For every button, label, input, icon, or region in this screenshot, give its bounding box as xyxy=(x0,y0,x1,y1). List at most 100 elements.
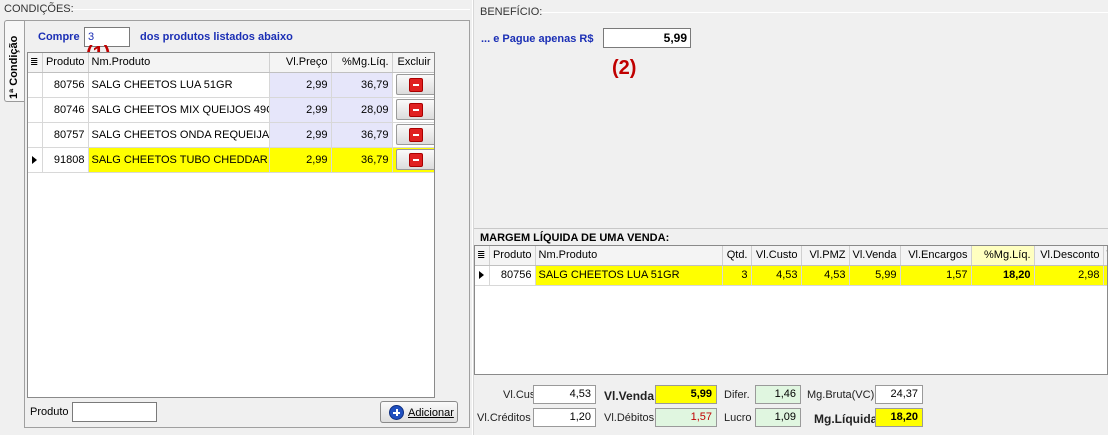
add-button-label: Adicionar xyxy=(408,407,454,419)
tab-first-condition-label: 1ª Condição xyxy=(8,35,20,99)
conditions-section-title: CONDIÇÕES: xyxy=(4,3,74,15)
col-vl-venda[interactable]: Vl.Venda xyxy=(849,246,901,266)
cell-vl-desconto: 2,98 xyxy=(1034,265,1104,286)
minus-icon xyxy=(408,103,423,117)
cell-excluir xyxy=(392,97,434,123)
row-indicator xyxy=(475,265,490,286)
margin-section-title: MARGEM LÍQUIDA DE UMA VENDA: xyxy=(480,232,670,244)
table-row-selected[interactable]: 91808 SALG CHEETOS TUBO CHEDDAR 47G 2,99… xyxy=(28,147,434,173)
mg-liquida-label: Mg.Líquida xyxy=(814,412,878,426)
row-indicator xyxy=(28,72,43,98)
col-nm-produto[interactable]: Nm.Produto xyxy=(88,53,270,73)
delete-row-button[interactable] xyxy=(395,74,434,95)
cell-produto[interactable]: 80756 xyxy=(489,265,536,286)
cell-mg-liq: 36,79 xyxy=(331,72,393,98)
col-vl-preco[interactable]: Vl.Preço xyxy=(269,53,332,73)
mg-bruta-label: Mg.Bruta(VC) xyxy=(807,389,875,401)
col-vl-pmz[interactable]: Vl.PMZ xyxy=(801,246,850,266)
margin-grid-header: ≣ Produto Nm.Produto Qtd. Vl.Custo Vl.PM… xyxy=(475,246,1107,266)
lucro-label: Lucro xyxy=(724,412,752,424)
vl-creditos-value: 1,20 xyxy=(533,408,596,427)
mg-bruta-value: 24,37 xyxy=(875,385,923,404)
delete-row-button[interactable] xyxy=(395,124,434,145)
vl-venda-value: 5,99 xyxy=(655,385,717,404)
cell-nm-produto[interactable]: SALG CHEETOS MIX QUEIJOS 49GR xyxy=(88,97,270,123)
cell-nm-produto[interactable]: SALG CHEETOS ONDA REQUEIJAO 5 xyxy=(88,122,270,148)
cell-nm-produto[interactable]: SALG CHEETOS LUA 51GR xyxy=(535,265,723,286)
listed-products-label: dos produtos listados abaixo xyxy=(140,31,293,43)
vl-debitos-value: 1,57 xyxy=(655,408,717,427)
cell-produto[interactable]: 80746 xyxy=(42,97,89,123)
cell-mg-liq: 18,20 xyxy=(971,265,1035,286)
cell-nm-produto[interactable]: SALG CHEETOS TUBO CHEDDAR 47G xyxy=(88,147,270,173)
cell-produto[interactable]: 80756 xyxy=(42,72,89,98)
col-vl-desconto[interactable]: Vl.Desconto xyxy=(1034,246,1104,266)
vl-debitos-label: Vl.Débitos xyxy=(604,412,655,424)
cell-vl-pmz: 4,53 xyxy=(801,265,850,286)
margin-grid: ≣ Produto Nm.Produto Qtd. Vl.Custo Vl.PM… xyxy=(474,245,1108,375)
add-button[interactable]: Adicionar xyxy=(380,401,458,423)
lucro-value: 1,09 xyxy=(755,408,801,427)
table-row[interactable]: 80756 SALG CHEETOS LUA 51GR 2,99 36,79 xyxy=(28,72,434,98)
col-produto[interactable]: Produto xyxy=(42,53,89,73)
col-nm-produto[interactable]: Nm.Produto xyxy=(535,246,723,266)
col-v-truncated[interactable]: V xyxy=(1103,246,1107,266)
margin-grid-options-icon[interactable]: ≣ xyxy=(475,246,490,266)
row-indicator xyxy=(28,122,43,148)
cell-mg-liq: 28,09 xyxy=(331,97,393,123)
cell-nm-produto[interactable]: SALG CHEETOS LUA 51GR xyxy=(88,72,270,98)
cell-mg-liq: 36,79 xyxy=(331,147,393,173)
cell-produto[interactable]: 80757 xyxy=(42,122,89,148)
difer-value: 1,46 xyxy=(755,385,801,404)
margin-table-row[interactable]: 80756 SALG CHEETOS LUA 51GR 3 4,53 4,53 … xyxy=(475,265,1107,286)
table-row[interactable]: 80746 SALG CHEETOS MIX QUEIJOS 49GR 2,99… xyxy=(28,97,434,123)
vl-venda-label: Vl.Venda xyxy=(604,389,655,403)
grid-options-icon[interactable]: ≣ xyxy=(28,53,43,73)
row-indicator xyxy=(28,97,43,123)
vl-creditos-label: Vl.Créditos xyxy=(477,412,531,424)
conditions-divider xyxy=(72,9,470,10)
benefit-section-title: BENEFÍCIO: xyxy=(480,6,543,18)
cell-vl-preco[interactable]: 2,99 xyxy=(269,97,332,123)
cell-vl-preco[interactable]: 2,99 xyxy=(269,122,332,148)
cell-vl-preco[interactable]: 2,99 xyxy=(269,72,332,98)
cell-vl-venda: 5,99 xyxy=(849,265,901,286)
conditions-products-grid: ≣ Produto Nm.Produto Vl.Preço %Mg.Líq. E… xyxy=(27,52,435,398)
col-vl-encargos[interactable]: Vl.Encargos xyxy=(900,246,972,266)
current-row-arrow-icon xyxy=(32,155,37,164)
cell-excluir xyxy=(392,147,434,173)
pay-value-input[interactable]: 5,99 xyxy=(603,28,691,48)
cell-v-truncated xyxy=(1103,265,1107,286)
add-circle-icon xyxy=(389,405,404,420)
minus-icon xyxy=(408,78,423,92)
col-vl-custo[interactable]: Vl.Custo xyxy=(751,246,802,266)
cell-produto[interactable]: 91808 xyxy=(42,147,89,173)
delete-row-button[interactable] xyxy=(395,99,434,120)
pay-label: ... e Pague apenas R$ xyxy=(481,33,594,45)
col-qtd[interactable]: Qtd. xyxy=(722,246,752,266)
col-produto[interactable]: Produto xyxy=(489,246,536,266)
grid-header: ≣ Produto Nm.Produto Vl.Preço %Mg.Líq. E… xyxy=(28,53,434,73)
cell-qtd[interactable]: 3 xyxy=(722,265,752,286)
vl-custo-value: 4,53 xyxy=(533,385,596,404)
col-mg-liq[interactable]: %Mg.Líq. xyxy=(971,246,1035,266)
benefit-divider xyxy=(541,12,1108,13)
current-row-arrow-icon xyxy=(479,271,484,279)
difer-label: Difer. xyxy=(724,389,750,401)
col-excluir: Excluir xyxy=(392,53,434,73)
col-mg-liq[interactable]: %Mg.Líq. xyxy=(331,53,393,73)
table-row[interactable]: 80757 SALG CHEETOS ONDA REQUEIJAO 5 2,99… xyxy=(28,122,434,148)
minus-icon xyxy=(408,128,423,142)
annotation-2: (2) xyxy=(612,57,637,79)
row-indicator xyxy=(28,147,43,173)
produto-input[interactable] xyxy=(72,402,157,422)
delete-row-button[interactable] xyxy=(395,149,434,170)
minus-icon xyxy=(408,153,423,167)
cell-excluir xyxy=(392,122,434,148)
cell-excluir xyxy=(392,72,434,98)
produto-label: Produto xyxy=(30,406,69,418)
cell-vl-preco[interactable]: 2,99 xyxy=(269,147,332,173)
tab-first-condition[interactable]: 1ª Condição xyxy=(4,20,24,102)
margin-top-divider xyxy=(474,228,1108,229)
cell-vl-custo: 4,53 xyxy=(751,265,802,286)
